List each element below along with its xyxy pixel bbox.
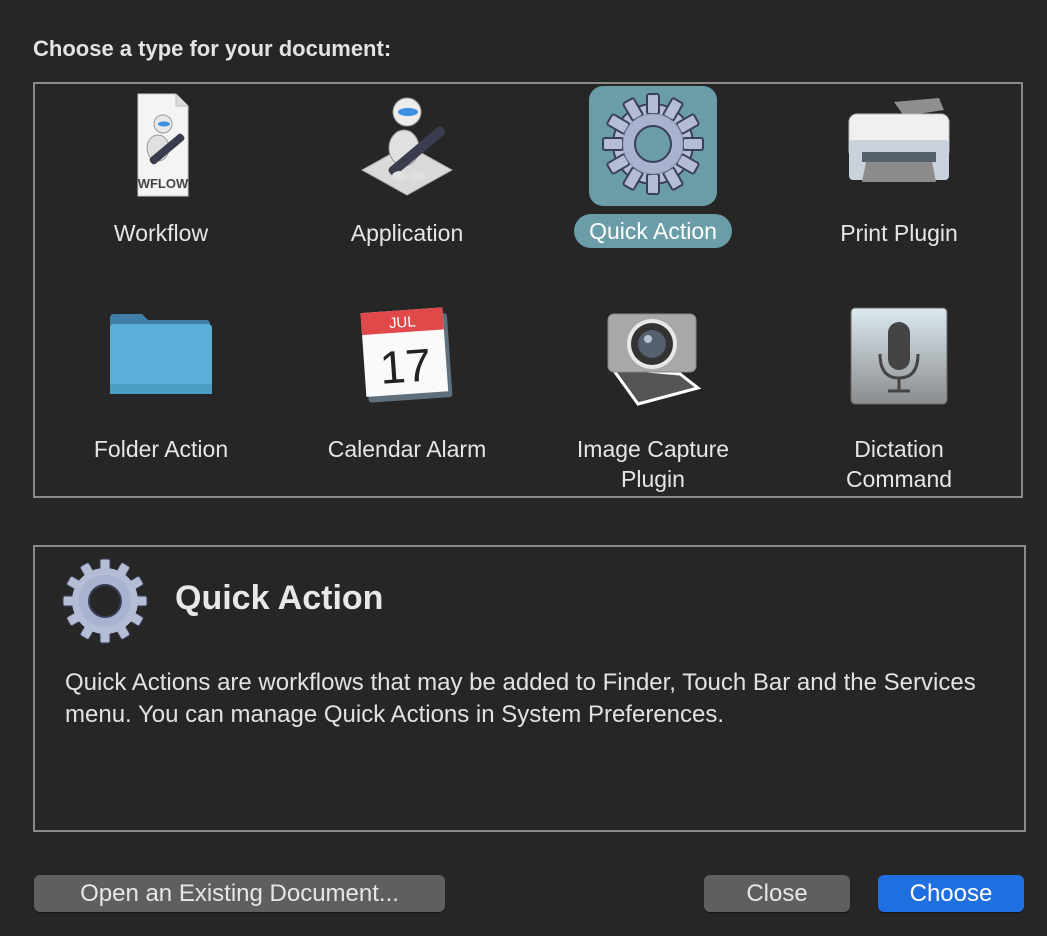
description-text: Quick Actions are workflows that may be … xyxy=(65,669,976,728)
workflow-file-icon: WFLOW xyxy=(106,90,216,200)
printer-icon xyxy=(844,90,954,200)
type-label: Folder Action xyxy=(93,436,229,462)
calendar-icon: JUL 17 xyxy=(352,306,462,416)
svg-text:17: 17 xyxy=(378,338,433,393)
svg-text:JUL: JUL xyxy=(388,313,416,332)
type-workflow[interactable]: WFLOW Workflow xyxy=(38,90,284,250)
type-label: Image Capture Plugin xyxy=(576,436,730,492)
folder-icon xyxy=(106,306,216,416)
svg-text:WFLOW: WFLOW xyxy=(138,176,189,191)
type-application[interactable]: Application xyxy=(284,90,530,250)
type-label: Workflow xyxy=(113,220,209,246)
dialog-heading: Choose a type for your document: xyxy=(33,36,392,61)
open-existing-document-button[interactable]: Open an Existing Document... xyxy=(34,875,445,912)
type-folder-action[interactable]: Folder Action xyxy=(38,306,284,466)
type-label: Calendar Alarm xyxy=(327,436,487,462)
document-type-grid: WFLOW Workflow Application Quick Action … xyxy=(33,82,1023,498)
choose-button[interactable]: Choose xyxy=(878,875,1024,912)
gear-icon xyxy=(589,86,717,206)
type-quick-action[interactable]: Quick Action xyxy=(530,86,776,248)
type-label: Application xyxy=(350,220,464,246)
type-label: Quick Action xyxy=(574,214,732,248)
close-button[interactable]: Close xyxy=(704,875,850,912)
type-image-capture-plugin[interactable]: Image Capture Plugin xyxy=(530,306,776,496)
automator-app-icon xyxy=(352,90,462,200)
type-label: Dictation Command xyxy=(845,436,953,492)
type-calendar-alarm[interactable]: JUL 17 Calendar Alarm xyxy=(284,306,530,466)
gear-icon xyxy=(57,553,153,649)
type-dictation-command[interactable]: Dictation Command xyxy=(776,306,1022,496)
type-label: Print Plugin xyxy=(840,220,958,246)
description-title: Quick Action xyxy=(175,579,384,617)
microphone-icon xyxy=(844,306,954,416)
type-print-plugin[interactable]: Print Plugin xyxy=(776,90,1022,250)
description-panel: Quick Action Quick Actions are workflows… xyxy=(33,545,1026,832)
camera-icon xyxy=(598,306,708,416)
